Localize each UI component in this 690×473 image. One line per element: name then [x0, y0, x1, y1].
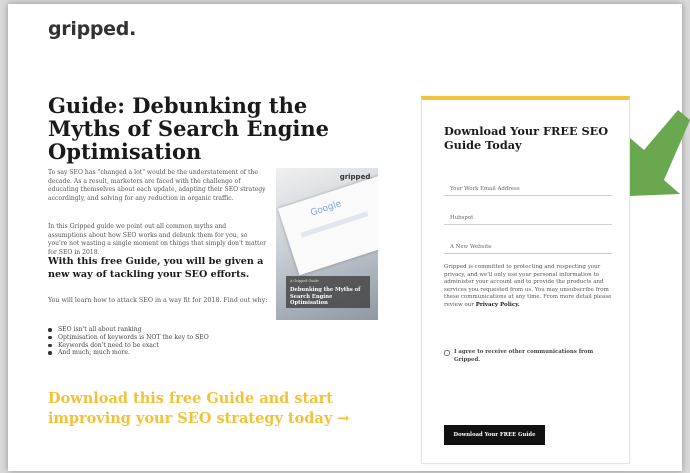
benefit-list: SEO isn't all about ranking Optimisation…	[48, 326, 209, 357]
email-field[interactable]	[444, 182, 612, 196]
cover-caption-small: A Gripped Guide	[290, 279, 319, 283]
cover-caption: A Gripped Guide Debunking the Myths of S…	[286, 276, 370, 308]
intro-paragraph-2: In this Gripped guide we point out all c…	[48, 223, 266, 256]
list-item: Keywords don't need to be exact	[48, 342, 209, 350]
privacy-text: Gripped is committed to protecting and r…	[444, 264, 612, 308]
privacy-notice: Gripped is committed to protecting and r…	[444, 264, 612, 310]
highlight-heading: With this free Guide, you will be given …	[48, 256, 264, 280]
learn-intro: You will learn how to attack SEO in a wa…	[48, 297, 268, 304]
cover-caption-title: Debunking the Myths of Search Engine Opt…	[290, 287, 361, 306]
privacy-policy-link[interactable]: Privacy Policy.	[476, 302, 520, 308]
website-field[interactable]	[444, 240, 612, 254]
download-guide-button[interactable]: Download Your FREE Guide	[444, 425, 545, 445]
cover-screen-graphic: Google	[277, 174, 378, 276]
list-item: And much, much more.	[48, 349, 209, 357]
green-down-left-arrow-icon	[630, 110, 690, 196]
list-item: Optimisation of keywords is NOT the key …	[48, 334, 209, 342]
consent-checkbox[interactable]	[444, 350, 450, 356]
guide-cover-image: gripped. Google A Gripped Guide Debunkin…	[276, 168, 378, 320]
landing-page: gripped. Guide: Debunking the Myths of S…	[8, 4, 682, 471]
intro-paragraph: To say SEO has "changed a lot" would be …	[48, 169, 266, 202]
form-title: Download Your FREE SEO Guide Today	[444, 124, 609, 152]
gripped-logo[interactable]: gripped.	[48, 18, 136, 40]
list-item: SEO isn't all about ranking	[48, 326, 209, 334]
download-cta-link[interactable]: Download this free Guide and start impro…	[48, 389, 388, 429]
page-title: Guide: Debunking the Myths of Search Eng…	[48, 93, 330, 164]
consent-label: I agree to receive other communications …	[454, 349, 594, 363]
consent-checkbox-row[interactable]: I agree to receive other communications …	[444, 349, 614, 364]
company-field[interactable]	[444, 211, 612, 225]
download-form-card: Download Your FREE SEO Guide Today Gripp…	[421, 96, 630, 464]
cover-search-text: Google	[309, 199, 343, 219]
